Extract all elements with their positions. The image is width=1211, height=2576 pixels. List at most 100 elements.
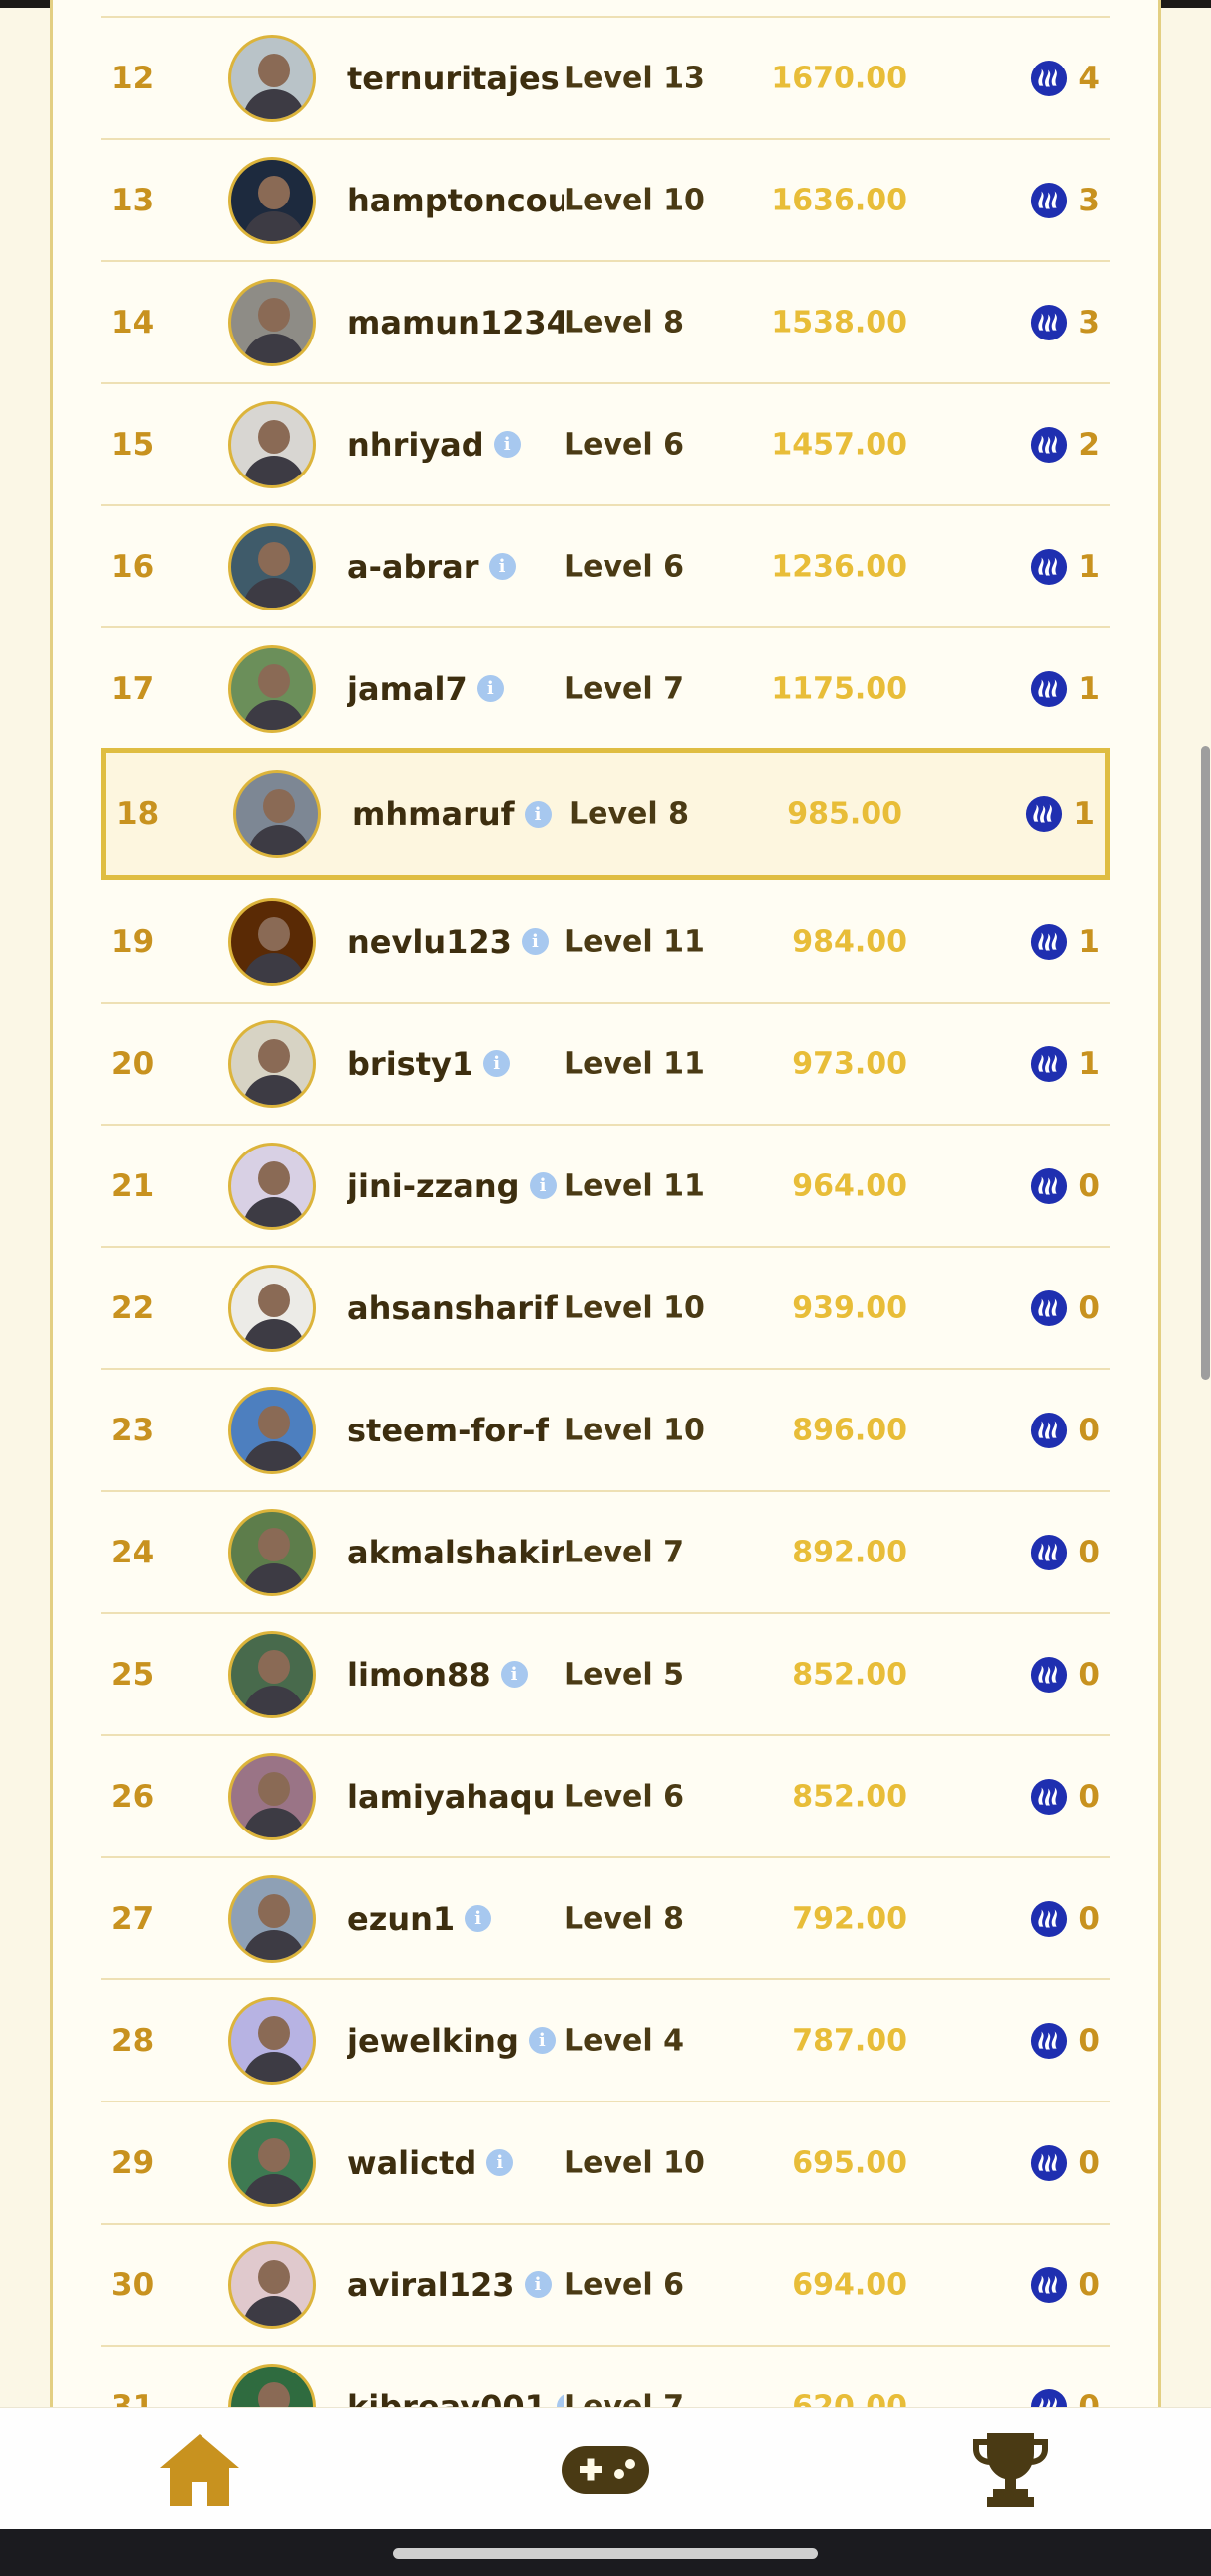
username[interactable]: a-abrar i [347,548,516,586]
leaderboard-row[interactable]: 17 jamal7 i Level 7 1175.00 1 [101,628,1110,750]
leaderboard-row[interactable]: 26 lamiyahaqu Level 6 852.00 0 [101,1736,1110,1858]
username[interactable]: nhriyad i [347,426,521,464]
avatar[interactable] [233,770,321,858]
info-icon[interactable]: i [488,553,516,580]
leaderboard-row[interactable]: 28 jewelking i Level 4 787.00 0 [101,1980,1110,2102]
avatar[interactable] [228,400,316,488]
info-icon[interactable]: i [524,2271,552,2298]
avatar[interactable] [228,1752,316,1840]
leaderboard-row[interactable]: 13 hamptoncou Level 10 1636.00 3 [101,140,1110,262]
avatar[interactable] [228,1630,316,1718]
username[interactable]: hamptoncou [347,182,564,219]
leaderboard-row[interactable]: 24 akmalshakir Level 7 892.00 0 [101,1492,1110,1614]
avatar-body [243,88,305,119]
username-text: a-abrar [347,547,479,586]
leaderboard-row[interactable]: 18 mhmaruf i Level 8 985.00 1 [101,748,1110,880]
avatar[interactable] [228,1386,316,1474]
avatar[interactable] [228,1996,316,2085]
avatar[interactable] [228,1142,316,1230]
username[interactable]: limon88 i [347,1656,528,1694]
avatar[interactable] [228,2240,316,2329]
username[interactable]: ezun1 i [347,1899,492,1938]
reward-value: 1 [1073,796,1095,832]
avatar[interactable] [228,2118,316,2207]
avatar-body [243,1562,305,1593]
reward-value: 0 [1078,2266,1100,2303]
username[interactable]: aviral123 i [347,2266,552,2304]
username[interactable]: ahsansharif [347,1289,558,1327]
avatar[interactable] [228,1508,316,1596]
leaderboard-row[interactable]: 14 mamun1234 Level 8 1538.00 3 [101,262,1110,384]
leaderboard-row[interactable]: 27 ezun1 i Level 8 792.00 0 [101,1858,1110,1980]
username-text: jewelking [347,2021,519,2060]
avatar[interactable] [228,156,316,244]
avatar[interactable] [228,34,316,122]
leaderboard-row[interactable]: 12 ternuritajes Level 13 1670.00 4 [101,18,1110,140]
home-icon [160,2434,239,2506]
avatar[interactable] [228,1264,316,1352]
info-icon[interactable]: i [483,1050,511,1077]
rank-number: 22 [111,1289,155,1326]
username[interactable]: mamun1234 [347,304,564,341]
info-icon[interactable]: i [486,2149,514,2176]
username[interactable]: walictd i [347,2144,514,2182]
avatar[interactable] [228,897,316,986]
username[interactable]: ternuritajes [347,60,560,97]
info-icon[interactable]: i [521,928,549,955]
nav-home-button[interactable] [150,2420,249,2519]
username[interactable]: mhmaruf i [352,795,552,833]
username[interactable]: akmalshakir [347,1534,564,1571]
username[interactable]: lamiyahaqu [347,1778,555,1816]
username[interactable]: bristy1 i [347,1045,511,1083]
steem-icon [1031,1167,1068,1204]
reward-value: 1 [1078,670,1100,707]
avatar-body [243,1318,305,1349]
info-icon[interactable]: i [493,431,521,458]
avatar[interactable] [228,644,316,733]
level-label: Level 10 [564,1290,705,1325]
leaderboard-row[interactable]: 19 nevlu123 i Level 11 984.00 1 [101,881,1110,1004]
reward-value: 4 [1078,60,1100,96]
username[interactable]: jamal7 i [347,670,504,708]
avatar-body [243,577,305,608]
leaderboard-row[interactable]: 23 steem-for-f Level 10 896.00 0 [101,1370,1110,1492]
avatar-body [243,1929,305,1960]
leaderboard-row[interactable]: 20 bristy1 i Level 11 973.00 1 [101,1004,1110,1126]
nav-games-button[interactable] [556,2420,655,2519]
info-icon[interactable]: i [476,675,504,702]
leaderboard-row[interactable]: 16 a-abrar i Level 6 1236.00 1 [101,506,1110,628]
avatar[interactable] [228,278,316,366]
avatar[interactable] [228,522,316,610]
reward-count: 0 [1030,1412,1100,1449]
leaderboard-row[interactable]: 22 ahsansharif Level 10 939.00 0 [101,1248,1110,1370]
leaderboard-row[interactable]: 21 jini-zzang i Level 11 964.00 0 [101,1126,1110,1248]
steem-icon [1031,670,1068,707]
avatar-head [258,2259,290,2294]
username[interactable]: steem-for-f [347,1412,549,1449]
username[interactable]: jewelking i [347,2022,556,2060]
info-icon[interactable]: i [465,1905,492,1932]
scrollbar[interactable] [1201,746,1210,1380]
info-icon[interactable]: i [529,1172,557,1199]
username[interactable]: nevlu123 i [347,923,549,961]
leaderboard-row[interactable]: 25 limon88 i Level 5 852.00 0 [101,1614,1110,1736]
leaderboard-row[interactable]: 29 walictd i Level 10 695.00 0 [101,2102,1110,2225]
avatar[interactable] [228,1019,316,1108]
avatar-head [258,663,290,698]
avatar-body [243,210,305,241]
avatar[interactable] [228,1874,316,1963]
leaderboard-row[interactable]: 30 aviral123 i Level 6 694.00 0 [101,2225,1110,2347]
info-icon[interactable]: i [500,1661,528,1688]
info-icon[interactable]: i [528,2027,556,2054]
info-icon[interactable]: i [524,800,552,828]
home-indicator[interactable] [393,2548,818,2559]
username[interactable]: jini-zzang i [347,1167,557,1205]
nav-leaderboard-button[interactable] [961,2420,1060,2519]
reward-count: 4 [1030,60,1100,97]
reward-count: 0 [1030,2022,1100,2060]
leaderboard-row[interactable]: 15 nhriyad i Level 6 1457.00 2 [101,384,1110,506]
username-text: mhmaruf [352,795,515,833]
steem-icon [1031,1778,1068,1815]
avatar-head [263,789,295,823]
username-text: ezun1 [347,1899,456,1938]
